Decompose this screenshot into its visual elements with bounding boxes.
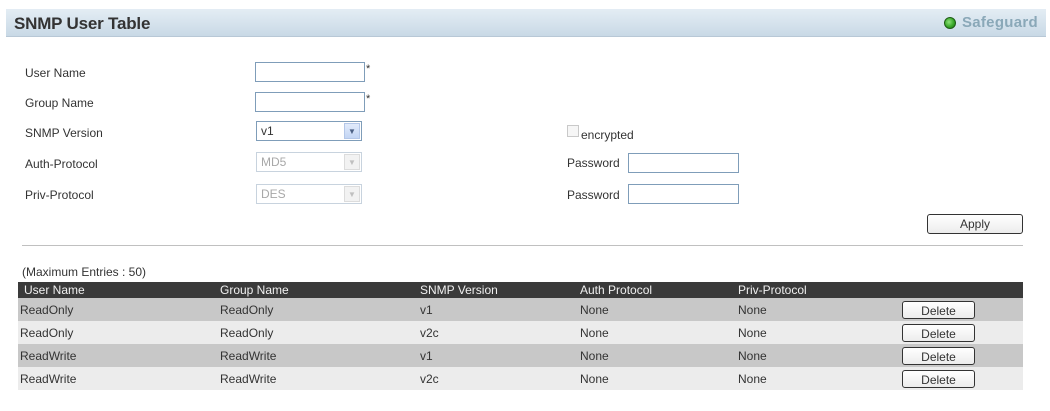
group-name-label: Group Name	[25, 96, 94, 110]
section-divider	[22, 245, 1023, 246]
cell-user-name: ReadWrite	[20, 372, 77, 386]
column-header-group-name: Group Name	[220, 283, 289, 297]
apply-button[interactable]: Apply	[927, 214, 1023, 234]
table-row: ReadWrite ReadWrite v2c None None Delete	[18, 367, 1023, 390]
cell-auth-protocol: None	[580, 303, 609, 317]
cell-auth-protocol: None	[580, 372, 609, 386]
table-row: ReadOnly ReadOnly v2c None None Delete	[18, 321, 1023, 344]
snmp-version-select[interactable]: v1 ▼	[256, 121, 362, 141]
auth-protocol-select[interactable]: MD5 ▼	[256, 152, 362, 172]
delete-button[interactable]: Delete	[902, 301, 975, 319]
cell-priv-protocol: None	[738, 303, 767, 317]
cell-priv-protocol: None	[738, 349, 767, 363]
snmp-version-label: SNMP Version	[25, 126, 103, 140]
cell-snmp-version: v2c	[420, 326, 439, 340]
cell-snmp-version: v2c	[420, 372, 439, 386]
cell-group-name: ReadWrite	[220, 372, 277, 386]
chevron-down-icon: ▼	[344, 154, 360, 170]
encrypted-checkbox[interactable]	[567, 125, 579, 137]
group-name-input[interactable]	[255, 92, 365, 112]
column-header-snmp-version: SNMP Version	[420, 283, 498, 297]
cell-group-name: ReadWrite	[220, 349, 277, 363]
table-row: ReadWrite ReadWrite v1 None None Delete	[18, 344, 1023, 367]
cell-group-name: ReadOnly	[220, 303, 274, 317]
user-name-label: User Name	[25, 66, 86, 80]
safeguard-status-icon	[943, 16, 956, 29]
max-entries-text: (Maximum Entries : 50)	[22, 265, 147, 279]
cell-auth-protocol: None	[580, 349, 609, 363]
priv-protocol-value: DES	[261, 187, 286, 201]
cell-user-name: ReadWrite	[20, 349, 77, 363]
delete-button[interactable]: Delete	[902, 324, 975, 342]
chevron-down-icon: ▼	[344, 186, 360, 202]
cell-snmp-version: v1	[420, 349, 433, 363]
cell-auth-protocol: None	[580, 326, 609, 340]
priv-password-input[interactable]	[628, 184, 739, 204]
delete-button[interactable]: Delete	[902, 347, 975, 365]
auth-protocol-value: MD5	[261, 155, 287, 169]
page-title: SNMP User Table	[14, 14, 151, 33]
safeguard-label: Safeguard	[961, 14, 1038, 31]
priv-protocol-select[interactable]: DES ▼	[256, 184, 362, 204]
column-header-priv-protocol: Priv-Protocol	[738, 283, 807, 297]
user-name-required-mark: *	[366, 63, 371, 75]
auth-password-input[interactable]	[628, 153, 739, 173]
cell-user-name: ReadOnly	[20, 303, 74, 317]
chevron-down-icon: ▼	[344, 123, 360, 139]
safeguard-indicator: Safeguard	[943, 14, 1038, 31]
column-header-user-name: User Name	[24, 283, 85, 297]
auth-password-label: Password	[567, 156, 620, 170]
cell-snmp-version: v1	[420, 303, 433, 317]
group-name-required-mark: *	[366, 93, 371, 105]
cell-priv-protocol: None	[738, 326, 767, 340]
cell-priv-protocol: None	[738, 372, 767, 386]
table-row: ReadOnly ReadOnly v1 None None Delete	[18, 298, 1023, 321]
auth-protocol-label: Auth-Protocol	[25, 157, 98, 171]
column-header-auth-protocol: Auth Protocol	[580, 283, 653, 297]
table-header-row: User Name Group Name SNMP Version Auth P…	[18, 282, 1023, 298]
cell-group-name: ReadOnly	[220, 326, 274, 340]
page-header: SNMP User Table Safeguard	[6, 9, 1046, 37]
cell-user-name: ReadOnly	[20, 326, 74, 340]
snmp-user-table: User Name Group Name SNMP Version Auth P…	[18, 282, 1023, 390]
user-name-input[interactable]	[255, 62, 365, 82]
delete-button[interactable]: Delete	[902, 370, 975, 388]
snmp-version-value: v1	[261, 124, 274, 138]
priv-password-label: Password	[567, 188, 620, 202]
priv-protocol-label: Priv-Protocol	[25, 188, 94, 202]
encrypted-label: encrypted	[581, 128, 634, 142]
